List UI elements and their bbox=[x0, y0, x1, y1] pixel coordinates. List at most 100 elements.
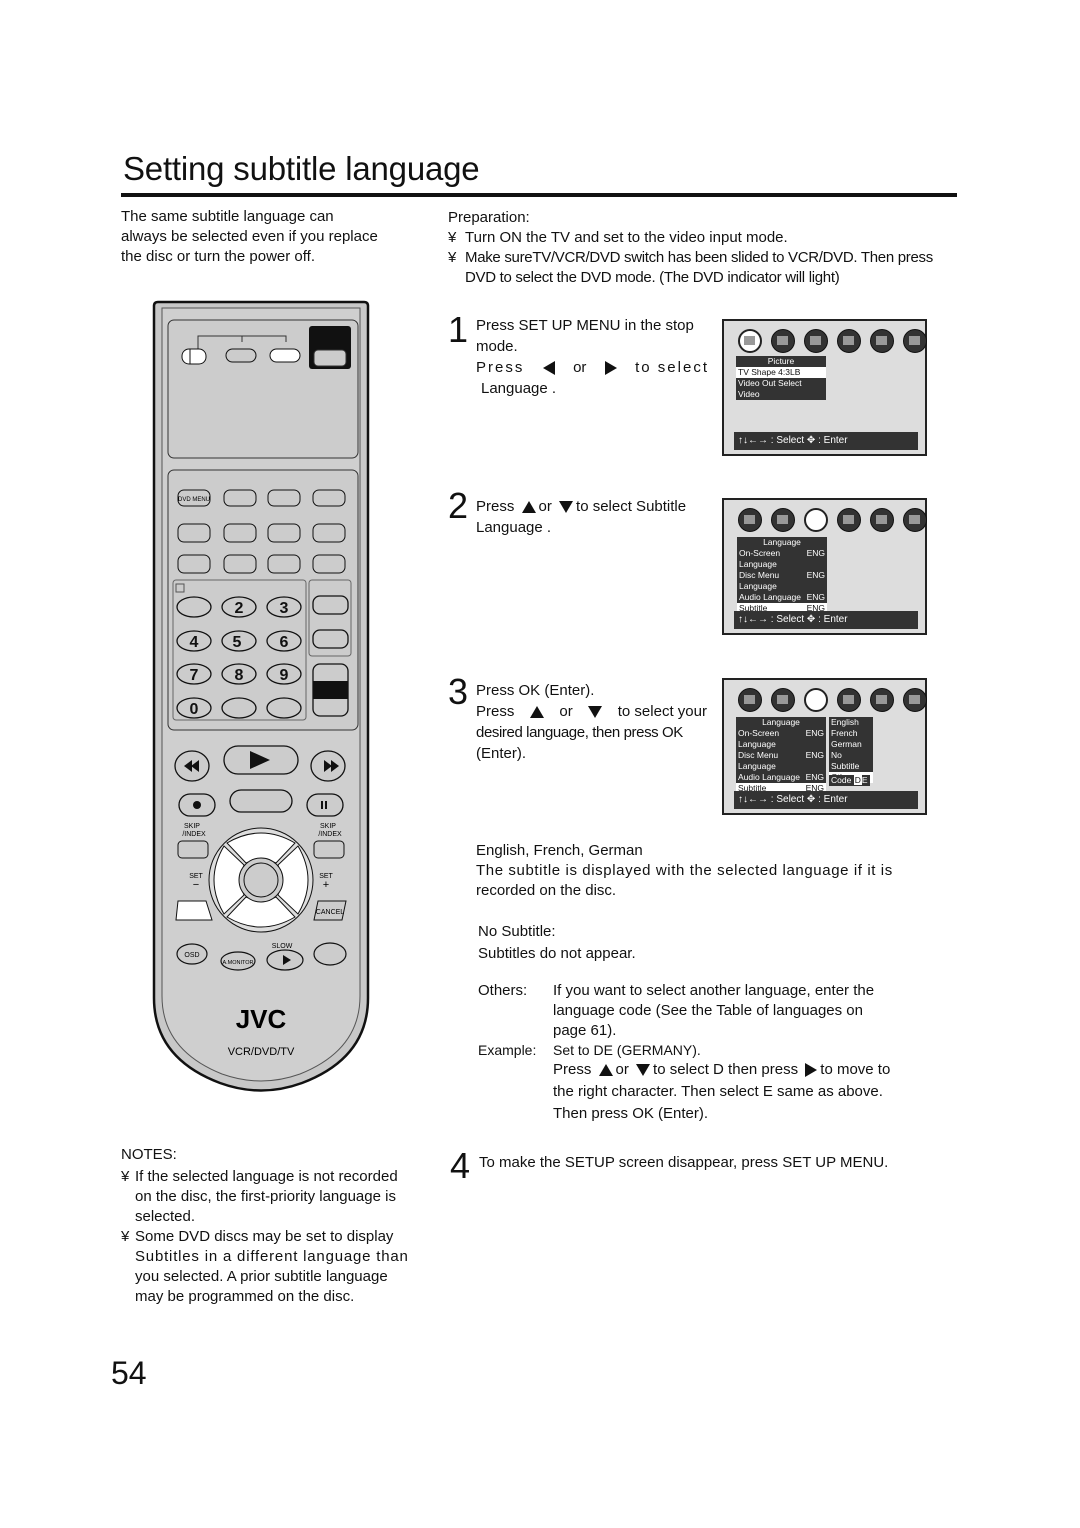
menu-row[interactable]: Video Out Select Video bbox=[736, 378, 826, 400]
player-icon bbox=[903, 329, 927, 353]
parental-icon bbox=[870, 688, 894, 712]
notes: NOTES: ¥ If the selected language is not… bbox=[121, 1145, 421, 1307]
menu-row[interactable]: Audio Language ENG bbox=[736, 772, 826, 783]
example-label: Example: bbox=[478, 1042, 537, 1058]
note-item: ¥ Some DVD discs may be set to display Su… bbox=[121, 1228, 409, 1305]
others-label: Others: bbox=[478, 982, 528, 999]
intro-line: The same subtitle language can bbox=[121, 208, 334, 225]
page-number: 54 bbox=[111, 1355, 147, 1391]
step-1-line: Press SET UP MENU in the stop bbox=[476, 317, 694, 334]
picture-icon bbox=[738, 508, 762, 532]
preparation-bullet: Turn ON the TV and set to the video inpu… bbox=[448, 228, 938, 248]
digit-9-label: 9 bbox=[280, 667, 289, 684]
nosub-heading: No Subtitle: bbox=[478, 923, 556, 940]
menu-row-label: Video Out Select Video bbox=[738, 378, 802, 399]
digit-3-label: 3 bbox=[280, 600, 289, 617]
preparation-heading: Preparation: bbox=[448, 209, 530, 226]
setup-menu-icons bbox=[738, 508, 927, 532]
langs-heading: English, French, German bbox=[476, 842, 643, 859]
enter-hint: : Enter bbox=[818, 435, 848, 446]
slow-label: SLOW bbox=[272, 943, 293, 950]
step-3-line: Press or to select your bbox=[476, 703, 707, 720]
step-3-line: Press OK (Enter). bbox=[476, 682, 595, 699]
option-german[interactable]: German bbox=[829, 739, 873, 750]
jvc-logo: JVC bbox=[236, 1004, 287, 1034]
notes-heading: NOTES: bbox=[121, 1146, 177, 1163]
menu-header: Picture bbox=[767, 356, 795, 366]
langs-desc: recorded on the disc. bbox=[476, 882, 617, 899]
step-2-line: Press or to select Subtitle bbox=[476, 498, 687, 515]
preparation-bullet: Make sureTV/VCR/DVD switch has been slid… bbox=[448, 248, 938, 288]
no-subtitle-detail: No Subtitle: Subtitles do not appear. bbox=[478, 921, 636, 965]
nosub-desc: Subtitles do not appear. bbox=[478, 945, 636, 962]
subtitle-options-menu: English French German No Subtitle Others bbox=[829, 717, 873, 783]
up-arrow-icon bbox=[521, 501, 536, 514]
step-3-line: desired language, then press OK bbox=[476, 724, 683, 741]
enter-icon: ✥ bbox=[806, 794, 816, 805]
audio-icon bbox=[771, 329, 795, 353]
menu-header: Language bbox=[763, 537, 801, 547]
picture-icon bbox=[738, 688, 762, 712]
example-detail: Set to DE (GERMANY). Press or to select … bbox=[553, 1042, 891, 1122]
svg-text:SKIP: SKIP bbox=[184, 823, 200, 830]
picture-menu: Picture TV Shape 4:3LB Video Out Select … bbox=[736, 356, 826, 400]
audio-icon bbox=[771, 508, 795, 532]
step-3-text: Press OK (Enter). Press or to select your … bbox=[476, 680, 707, 764]
remote-model-label: VCR/DVD/TV bbox=[228, 1046, 295, 1058]
osd-label: OSD bbox=[184, 952, 199, 959]
cancel-label: CANCEL bbox=[316, 909, 345, 916]
language-icon bbox=[804, 508, 828, 532]
language-options-detail: English, French, German The subtitle is … bbox=[476, 841, 930, 901]
intro-line: always be selected even if you replace bbox=[121, 228, 378, 245]
intro-line: the disc or turn the power off. bbox=[121, 248, 315, 265]
amonitor-label: A.MONITOR bbox=[222, 960, 253, 966]
up-arrow-icon bbox=[529, 705, 544, 718]
screen-footer: ↑↓←→ : Select ✥ : Enter bbox=[734, 432, 918, 450]
menu-row-label: TV Shape 4:3LB bbox=[738, 367, 801, 377]
step-number: 1 bbox=[448, 309, 469, 350]
svg-text:+: + bbox=[323, 879, 329, 891]
right-arrow-icon bbox=[805, 1063, 818, 1078]
intro-text: The same subtitle language can always be… bbox=[121, 207, 399, 267]
arrows-icon: ↑↓←→ bbox=[738, 435, 768, 446]
menu-row[interactable]: On-Screen Language ENG bbox=[736, 728, 826, 750]
right-arrow-icon bbox=[604, 360, 617, 375]
others-detail: If you want to select another language, … bbox=[553, 982, 875, 1039]
language-code-field[interactable]: Code DE bbox=[829, 775, 870, 786]
svg-text:−: − bbox=[193, 879, 199, 891]
arrows-icon: ↑↓←→ bbox=[738, 794, 768, 805]
preparation: Preparation: Turn ON the TV and set to t… bbox=[448, 208, 938, 288]
menu-row[interactable]: TV Shape 4:3LB bbox=[736, 367, 826, 378]
press-text: Press bbox=[476, 359, 525, 376]
menu-row[interactable]: Audio Language ENG bbox=[737, 592, 827, 603]
player-icon bbox=[903, 508, 927, 532]
step-number: 3 bbox=[448, 671, 469, 712]
language-icon bbox=[804, 688, 828, 712]
step-number: 4 bbox=[450, 1145, 471, 1186]
menu-row[interactable]: On-Screen Language ENG bbox=[737, 548, 827, 570]
option-french[interactable]: French bbox=[829, 728, 873, 739]
step-2-line: Language . bbox=[476, 519, 552, 536]
setup-screen-subtitle-options: Language On-Screen Language ENG Disc Menu… bbox=[722, 678, 927, 815]
digit-8-label: 8 bbox=[235, 667, 244, 684]
step-1-line: mode. bbox=[476, 338, 518, 355]
screen-footer: ↑↓←→ : Select ✥ : Enter bbox=[734, 611, 918, 629]
step-1-text: Press SET UP MENU in the stop mode. Pres… bbox=[476, 315, 709, 399]
digit-7-label: 7 bbox=[190, 667, 199, 684]
display-icon bbox=[837, 688, 861, 712]
option-english[interactable]: English bbox=[829, 717, 873, 728]
arrows-icon: ↑↓←→ bbox=[738, 614, 768, 625]
menu-row[interactable]: Disc Menu Language ENG bbox=[736, 750, 826, 772]
page-title: Setting subtitle language bbox=[123, 150, 480, 187]
to-select-text: to select bbox=[635, 359, 709, 376]
screen-footer: ↑↓←→ : Select ✥ : Enter bbox=[734, 791, 918, 809]
menu-row[interactable]: Disc Menu Language ENG bbox=[737, 570, 827, 592]
note-item: ¥ If the selected language is not record… bbox=[121, 1168, 398, 1225]
code-char-d: D bbox=[853, 775, 862, 785]
digit-4-label: 4 bbox=[190, 634, 199, 651]
option-no-subtitle[interactable]: No Subtitle bbox=[829, 750, 873, 772]
setup-menu-icons bbox=[738, 688, 927, 712]
remote-control-illustration: DVD MENU 2 3 4 5 6 7 8 9 0 SKIP/INDEX SK… bbox=[152, 300, 370, 1092]
step-2-text: Press or to select Subtitle Language . bbox=[476, 496, 716, 538]
picture-icon bbox=[738, 329, 762, 353]
